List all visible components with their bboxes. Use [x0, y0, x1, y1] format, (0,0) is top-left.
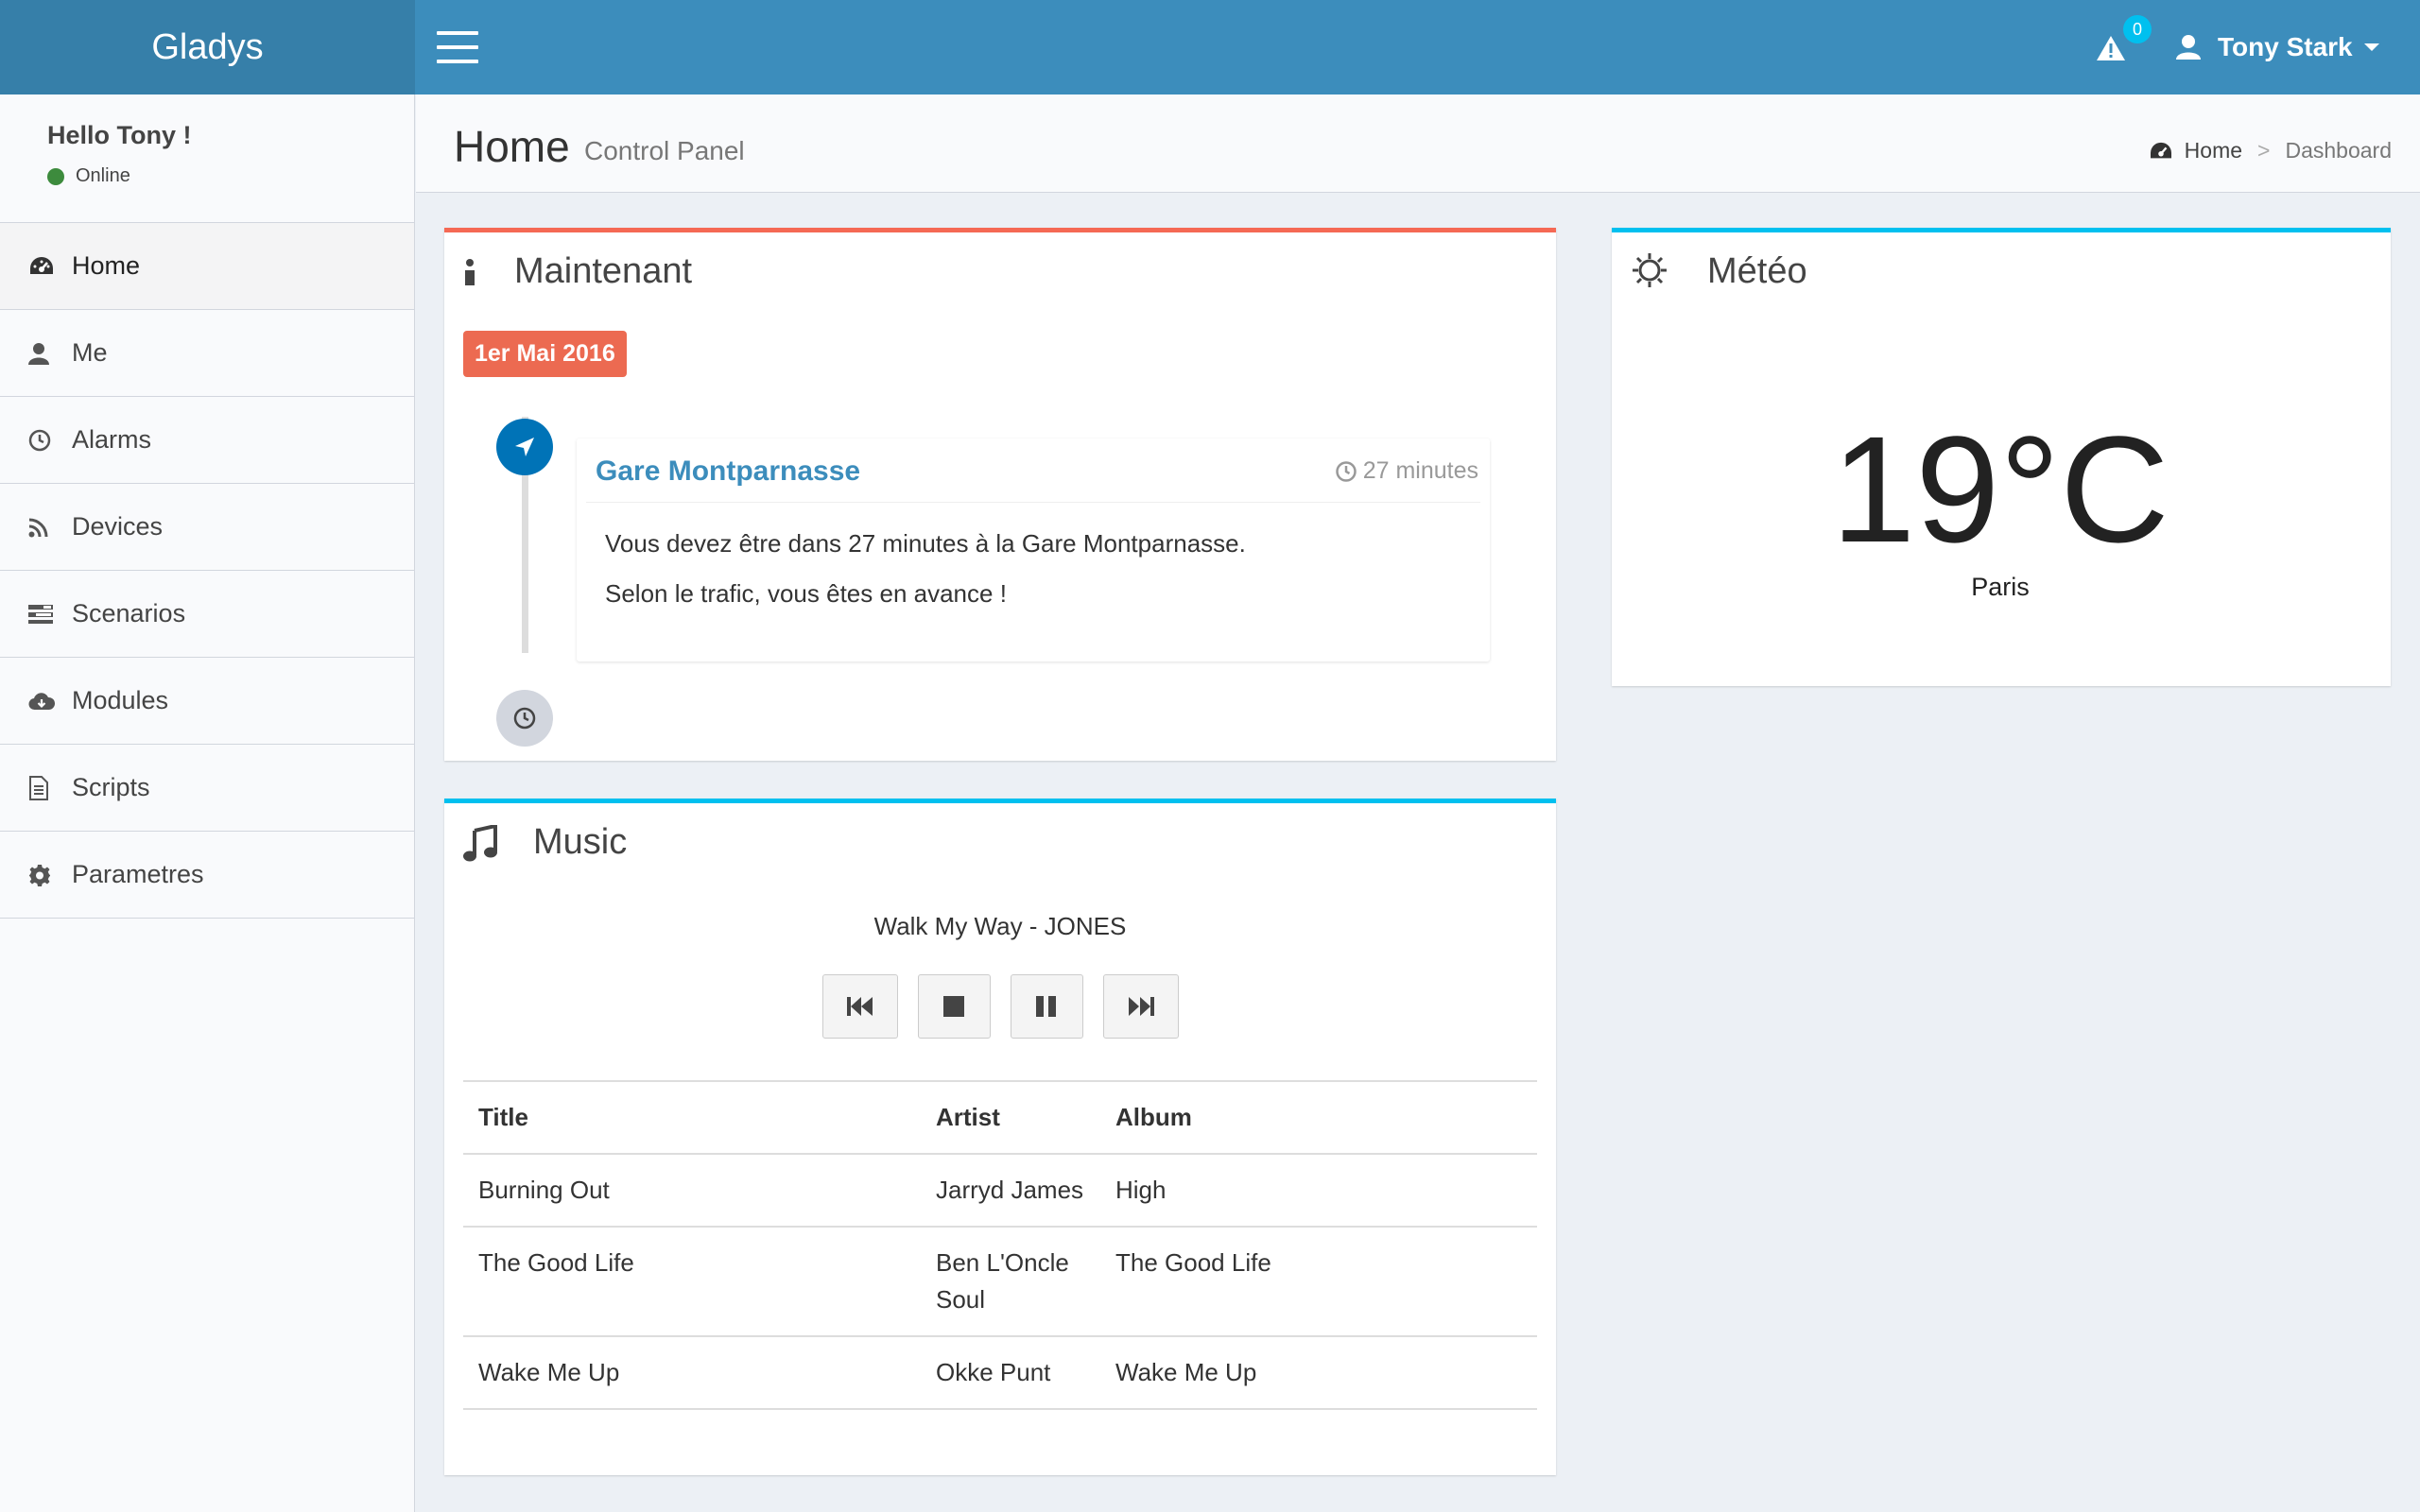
- previous-button[interactable]: [821, 974, 898, 1039]
- app-logo[interactable]: Gladys: [0, 0, 415, 94]
- timeline-item-time: 27 minutes: [1335, 457, 1478, 485]
- user-panel: Hello Tony ! Online: [0, 94, 414, 222]
- track-title: Burning Out: [463, 1154, 921, 1228]
- page-subtitle: Control Panel: [584, 136, 745, 165]
- sidebar-item-label: Scripts: [72, 773, 150, 801]
- sidebar-item-label: Parametres: [72, 860, 204, 888]
- sidebar: Hello Tony ! Online Home Me Alarms Devic…: [0, 94, 415, 1512]
- warning-icon: [2097, 36, 2125, 60]
- track-artist: Ben L'Oncle Soul: [921, 1227, 1100, 1337]
- music-box-title: Music: [533, 822, 628, 862]
- sidebar-item-me[interactable]: Me: [0, 310, 414, 397]
- breadcrumb-current: Dashboard: [2285, 138, 2392, 163]
- clock-icon: [1335, 460, 1357, 482]
- timeline-item: Gare Montparnasse 27 minutes Vous devez …: [577, 438, 1490, 662]
- clock-icon: [28, 429, 72, 452]
- table-header-row: Title Artist Album: [463, 1080, 1537, 1155]
- tasks-icon: [28, 604, 72, 625]
- weather-temperature: 19°C: [1831, 404, 2169, 574]
- weather-box: Météo 19°C Paris: [1612, 228, 2391, 686]
- breadcrumb-home-link[interactable]: Home: [2185, 138, 2242, 163]
- timeline-time-text: 27 minutes: [1362, 457, 1478, 484]
- stop-button[interactable]: [917, 974, 991, 1039]
- timeline-item-header: Gare Montparnasse 27 minutes: [586, 438, 1480, 503]
- info-icon: [465, 259, 475, 285]
- now-box: Maintenant 1er Mai 2016 Gare Montparnass…: [444, 228, 1556, 761]
- sidebar-item-home[interactable]: Home: [0, 223, 414, 310]
- user-icon: [2176, 35, 2201, 60]
- track-album: Wake Me Up: [1100, 1336, 1537, 1410]
- user-icon: [28, 342, 72, 365]
- track-title: The Good Life: [463, 1227, 921, 1337]
- table-row[interactable]: The Good Life Ben L'Oncle Soul The Good …: [463, 1227, 1537, 1337]
- dashboard-icon: [28, 255, 72, 278]
- track-title: Wake Me Up: [463, 1336, 921, 1410]
- online-status: Online: [47, 165, 367, 187]
- chevron-down-icon: [2363, 43, 2379, 51]
- location-arrow-icon: [496, 419, 553, 475]
- now-box-title: Maintenant: [514, 251, 693, 291]
- timeline-clock-icon: [496, 690, 553, 747]
- sidebar-item-label: Alarms: [72, 425, 152, 454]
- page-title: Home: [454, 122, 570, 171]
- top-navbar: Gladys 0 Tony Stark: [0, 0, 2420, 94]
- cloud-download-icon: [28, 691, 72, 712]
- greeting: Hello Tony !: [47, 121, 192, 149]
- user-name: Tony Stark: [2218, 32, 2353, 61]
- column-header-title[interactable]: Title: [463, 1080, 921, 1155]
- notification-count-badge: 0: [2123, 15, 2152, 43]
- backward-icon: [846, 997, 873, 1016]
- weather-city: Paris: [1971, 573, 2030, 601]
- table-row[interactable]: Burning Out Jarryd James High: [463, 1154, 1537, 1228]
- now-playing: Walk My Way - JONES: [873, 912, 1127, 940]
- timeline-date-label: 1er Mai 2016: [463, 331, 627, 377]
- sidebar-item-label: Me: [72, 338, 108, 367]
- music-icon: [463, 825, 497, 862]
- status-text: Online: [76, 165, 130, 186]
- sidebar-item-label: Devices: [72, 512, 164, 541]
- column-header-artist[interactable]: Artist: [921, 1080, 1100, 1155]
- sun-icon: [1633, 253, 1667, 287]
- player-controls: [444, 974, 1556, 1039]
- sidebar-item-devices[interactable]: Devices: [0, 484, 414, 571]
- stop-icon: [943, 996, 964, 1017]
- music-box: Music Walk My Way - JONES Title Artist A…: [444, 799, 1556, 1475]
- online-dot-icon: [47, 167, 64, 185]
- track-album: The Good Life: [1100, 1227, 1537, 1337]
- track-artist: Okke Punt: [921, 1336, 1100, 1410]
- timeline-body-line: Selon le trafic, vous êtes en avance !: [605, 579, 1007, 608]
- track-artist: Jarryd James: [921, 1154, 1100, 1228]
- content-header: Home Control Panel Home > Dashboard: [416, 94, 2420, 193]
- timeline-body-line: Vous devez être dans 27 minutes à la Gar…: [605, 529, 1246, 558]
- sidebar-item-scenarios[interactable]: Scenarios: [0, 571, 414, 658]
- file-icon: [28, 775, 72, 800]
- forward-icon: [1128, 997, 1154, 1016]
- next-button[interactable]: [1102, 974, 1179, 1039]
- sidebar-toggle-button[interactable]: [437, 31, 478, 63]
- sidebar-item-modules[interactable]: Modules: [0, 658, 414, 745]
- pause-icon: [1036, 996, 1056, 1017]
- timeline-item-body: Vous devez être dans 27 minutes à la Gar…: [577, 503, 1490, 635]
- breadcrumb-separator: >: [2257, 138, 2271, 163]
- user-menu-dropdown[interactable]: Tony Stark: [2174, 25, 2379, 70]
- sidebar-item-scripts[interactable]: Scripts: [0, 745, 414, 832]
- rss-icon: [28, 517, 72, 538]
- sidebar-item-label: Modules: [72, 686, 169, 714]
- column-header-album[interactable]: Album: [1100, 1080, 1537, 1155]
- pause-button[interactable]: [1010, 974, 1083, 1039]
- tracks-table: Title Artist Album Burning Out Jarryd Ja…: [463, 1080, 1537, 1410]
- sidebar-item-parametres[interactable]: Parametres: [0, 832, 414, 919]
- table-row[interactable]: Wake Me Up Okke Punt Wake Me Up: [463, 1336, 1537, 1410]
- timeline-item-title[interactable]: Gare Montparnasse: [596, 455, 860, 488]
- notifications-button[interactable]: 0: [2091, 15, 2152, 68]
- track-album: High: [1100, 1154, 1537, 1228]
- gear-icon: [28, 864, 72, 886]
- breadcrumb: Home > Dashboard: [2149, 138, 2392, 163]
- sidebar-item-label: Scenarios: [72, 599, 186, 627]
- dashboard-icon: [2150, 142, 2171, 158]
- sidebar-menu: Home Me Alarms Devices Scenarios Modules…: [0, 222, 414, 919]
- weather-box-title: Météo: [1707, 251, 1807, 291]
- sidebar-item-label: Home: [72, 251, 141, 280]
- sidebar-item-alarms[interactable]: Alarms: [0, 397, 414, 484]
